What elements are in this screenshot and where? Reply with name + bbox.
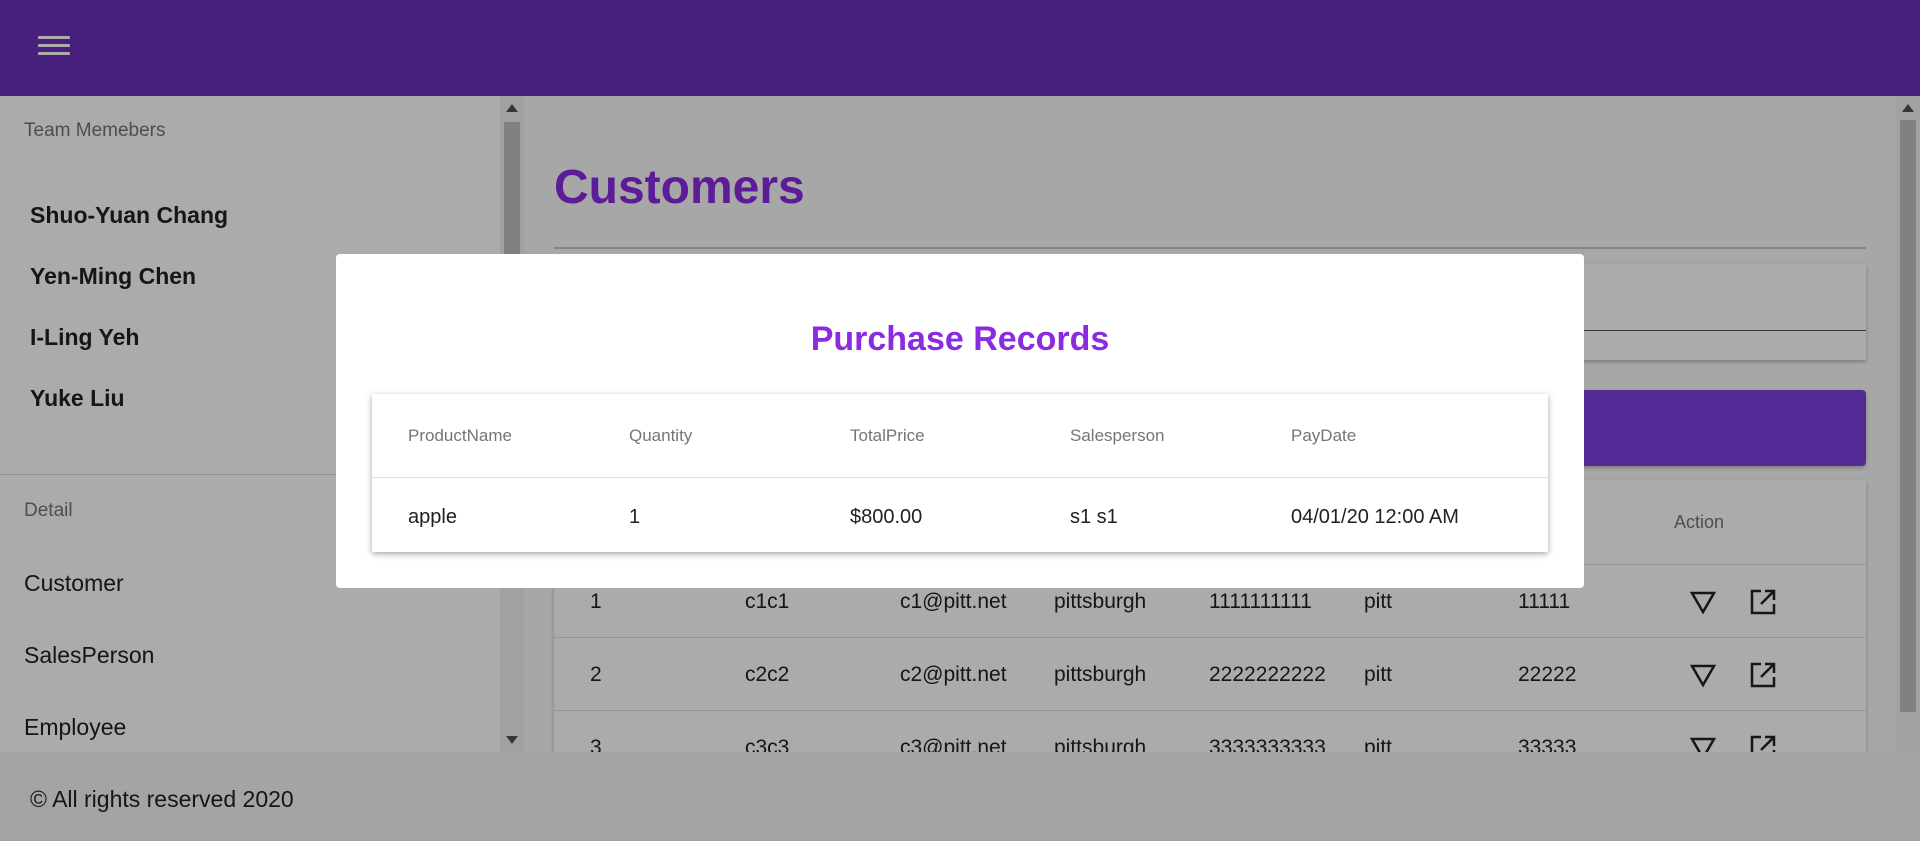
cell-product: apple <box>408 506 457 528</box>
column-header-productname[interactable]: ProductName <box>408 426 512 446</box>
purchase-records-dialog: Purchase Records ProductName Quantity To… <box>336 254 1584 588</box>
column-header-totalprice[interactable]: TotalPrice <box>850 426 925 446</box>
cell-paydate: 04/01/20 12:00 AM <box>1291 506 1459 528</box>
purchase-records-table: ProductName Quantity TotalPrice Salesper… <box>372 394 1548 552</box>
column-header-paydate[interactable]: PayDate <box>1291 426 1356 446</box>
dialog-title: Purchase Records <box>810 320 1110 358</box>
cell-salesperson: s1 s1 <box>1070 506 1118 528</box>
column-header-quantity[interactable]: Quantity <box>629 426 692 446</box>
column-header-salesperson[interactable]: Salesperson <box>1070 426 1165 446</box>
cell-quantity: 1 <box>629 506 641 528</box>
table-header-row: ProductName Quantity TotalPrice Salesper… <box>372 394 1548 478</box>
cell-total: $800.00 <box>850 506 923 528</box>
